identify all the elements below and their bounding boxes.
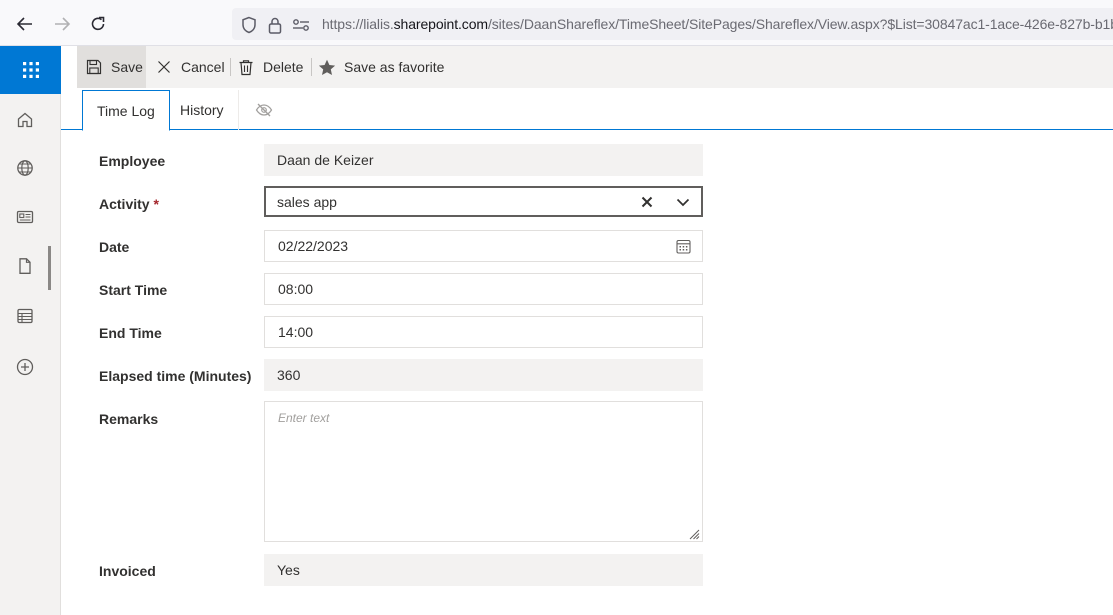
hidden-fields-icon[interactable] xyxy=(241,90,287,130)
app-rail xyxy=(0,46,61,615)
elapsed-time-field: 360 xyxy=(264,359,703,391)
end-time-input[interactable]: 14:00 xyxy=(264,316,703,348)
start-time-input[interactable]: 08:00 xyxy=(264,273,703,305)
tab-time-log[interactable]: Time Log xyxy=(82,90,170,131)
star-icon xyxy=(318,58,336,76)
toolbar-divider xyxy=(230,58,231,76)
permissions-icon[interactable] xyxy=(292,16,310,34)
remarks-label: Remarks xyxy=(99,411,159,427)
command-bar: Save Cancel Delete Save as favorite xyxy=(77,46,1113,88)
document-icon[interactable] xyxy=(15,256,35,276)
required-indicator: * xyxy=(153,196,159,212)
activity-combobox[interactable]: sales app xyxy=(264,186,703,217)
date-picker[interactable]: 02/22/2023 xyxy=(264,230,703,262)
news-icon[interactable] xyxy=(15,207,35,227)
add-icon[interactable] xyxy=(15,357,35,377)
delete-label: Delete xyxy=(263,59,304,75)
remarks-textarea[interactable]: Enter text xyxy=(264,401,703,542)
favorite-label: Save as favorite xyxy=(344,59,445,75)
activity-input[interactable]: sales app xyxy=(277,194,337,210)
rail-active-indicator xyxy=(48,246,51,290)
cancel-button[interactable]: Cancel xyxy=(155,46,225,88)
save-icon xyxy=(85,58,103,76)
date-input[interactable]: 02/22/2023 xyxy=(278,238,348,254)
form-tabs: Time Log History xyxy=(61,88,1113,131)
remarks-placeholder: Enter text xyxy=(278,411,330,425)
resize-handle-icon[interactable] xyxy=(688,527,700,540)
shield-icon[interactable] xyxy=(240,16,258,34)
cancel-label: Cancel xyxy=(181,59,225,75)
employee-field: Daan de Keizer xyxy=(264,144,703,176)
end-time-label: End Time xyxy=(99,325,162,341)
app-launcher-icon[interactable] xyxy=(0,46,61,94)
invoiced-field: Yes xyxy=(264,554,703,586)
invoiced-label: Invoiced xyxy=(99,563,156,579)
save-as-favorite-button[interactable]: Save as favorite xyxy=(318,46,444,88)
lock-icon[interactable] xyxy=(266,16,284,34)
calendar-icon[interactable] xyxy=(675,238,691,254)
toolbar-divider xyxy=(311,58,312,76)
employee-label: Employee xyxy=(99,153,166,169)
address-bar[interactable]: https://lialis.sharepoint.com/sites/Daan… xyxy=(232,8,1113,40)
start-time-label: Start Time xyxy=(99,282,168,298)
forward-arrow-icon[interactable] xyxy=(49,11,75,37)
elapsed-time-label: Elapsed time (Minutes) xyxy=(99,368,252,384)
tab-history[interactable]: History xyxy=(166,90,239,130)
chevron-down-icon[interactable] xyxy=(675,194,691,210)
activity-label: Activity * xyxy=(99,196,159,212)
globe-icon[interactable] xyxy=(15,158,35,178)
reload-icon[interactable] xyxy=(85,11,111,37)
browser-toolbar: https://lialis.sharepoint.com/sites/Daan… xyxy=(0,0,1113,46)
url-text: https://lialis.sharepoint.com/sites/Daan… xyxy=(322,16,1113,32)
list-icon[interactable] xyxy=(15,306,35,326)
delete-icon xyxy=(237,58,255,76)
save-button[interactable]: Save xyxy=(77,46,146,88)
date-label: Date xyxy=(99,239,130,255)
time-log-form: Employee Daan de Keizer Activity * sales… xyxy=(61,131,1113,615)
save-label: Save xyxy=(111,59,143,75)
clear-icon[interactable] xyxy=(639,194,655,210)
delete-button[interactable]: Delete xyxy=(237,46,303,88)
back-arrow-icon[interactable] xyxy=(12,11,38,37)
home-icon[interactable] xyxy=(15,110,35,130)
cancel-icon xyxy=(155,58,173,76)
